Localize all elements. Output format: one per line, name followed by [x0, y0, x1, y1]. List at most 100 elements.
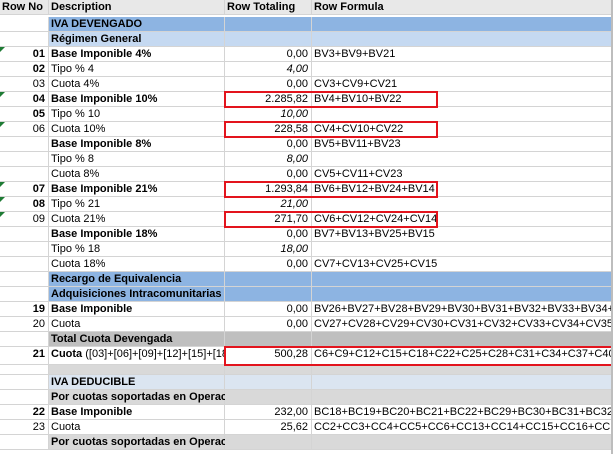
cell-row-formula[interactable]: C6+C9+C12+C15+C18+C22+C25+C28+C31+C34+C3…	[312, 347, 613, 364]
cell-description[interactable]: Cuota ([03]+[06]+[09]+[12]+[15]+[18]	[49, 347, 225, 364]
cell-row-formula[interactable]	[312, 107, 613, 121]
cell-row-totaling[interactable]: 271,70	[225, 212, 312, 226]
cell-description[interactable]: Cuota 21%	[49, 212, 225, 226]
cell-row-no[interactable]	[0, 390, 49, 404]
cell-row-totaling[interactable]	[225, 287, 312, 301]
cell-description[interactable]: IVA DEVENGADO	[49, 17, 225, 31]
cell-description[interactable]: Base Imponible	[49, 405, 225, 419]
cell-row-formula[interactable]	[312, 197, 613, 211]
cell-row-no[interactable]: 21	[0, 347, 49, 364]
cell-row-formula[interactable]: BV7+BV13+BV25+BV15	[312, 227, 613, 241]
cell-row-no[interactable]: 01	[0, 47, 49, 61]
cell-description[interactable]: Recargo de Equivalencia	[49, 272, 225, 286]
cell-row-no[interactable]	[0, 435, 49, 449]
cell-row-totaling[interactable]	[225, 17, 312, 31]
cell-description[interactable]: Cuota	[49, 317, 225, 331]
cell-row-totaling[interactable]	[225, 32, 312, 46]
cell-description[interactable]: Base Imponible 10%	[49, 92, 225, 106]
cell-description[interactable]: Tipo % 18	[49, 242, 225, 256]
cell-row-totaling[interactable]: 18,00	[225, 242, 312, 256]
cell-description[interactable]: Base Imponible 21%	[49, 182, 225, 196]
cell-row-totaling[interactable]: 0,00	[225, 317, 312, 331]
cell-description[interactable]: IVA DEDUCIBLE	[49, 375, 225, 389]
col-header-row-no[interactable]: Row No	[0, 0, 49, 14]
cell-row-formula[interactable]	[312, 332, 613, 346]
cell-row-formula[interactable]	[312, 390, 613, 404]
cell-description[interactable]: Tipo % 21	[49, 197, 225, 211]
cell-row-no[interactable]: 06	[0, 122, 49, 136]
cell-row-totaling[interactable]: 500,28	[225, 347, 312, 364]
cell-row-formula[interactable]: CC2+CC3+CC4+CC5+CC6+CC13+CC14+CC15+CC16+…	[312, 420, 613, 434]
cell-row-totaling[interactable]: 21,00	[225, 197, 312, 211]
cell-row-no[interactable]: 20	[0, 317, 49, 331]
cell-row-totaling[interactable]: 4,00	[225, 62, 312, 76]
cell-row-totaling[interactable]: 0,00	[225, 302, 312, 316]
cell-description[interactable]: Adquisiciones Intracomunitarias	[49, 287, 225, 301]
cell-row-totaling[interactable]: 1.293,84	[225, 182, 312, 196]
cell-description[interactable]: Tipo % 8	[49, 152, 225, 166]
cell-row-formula[interactable]: CV27+CV28+CV29+CV30+CV31+CV32+CV33+CV34+…	[312, 317, 613, 331]
cell-row-formula[interactable]: BV26+BV27+BV28+BV29+BV30+BV31+BV32+BV33+…	[312, 302, 613, 316]
cell-description[interactable]: Tipo % 10	[49, 107, 225, 121]
cell-description[interactable]: Régimen General	[49, 32, 225, 46]
cell-row-no[interactable]	[0, 17, 49, 31]
cell-row-formula[interactable]: CV4+CV10+CV22	[312, 122, 613, 136]
cell-row-formula[interactable]	[312, 152, 613, 166]
cell-description[interactable]: Cuota 10%	[49, 122, 225, 136]
cell-row-no[interactable]	[0, 365, 49, 374]
cell-row-no[interactable]: 22	[0, 405, 49, 419]
cell-row-no[interactable]	[0, 227, 49, 241]
cell-description[interactable]: Total Cuota Devengada	[49, 332, 225, 346]
cell-row-formula[interactable]	[312, 32, 613, 46]
cell-description[interactable]: Por cuotas soportadas en Operaciones int…	[49, 390, 365, 404]
cell-row-formula[interactable]: CV6+CV12+CV24+CV14	[312, 212, 613, 226]
cell-row-no[interactable]	[0, 332, 49, 346]
cell-description[interactable]: Cuota	[49, 420, 225, 434]
cell-row-totaling[interactable]: 0,00	[225, 77, 312, 91]
cell-row-no[interactable]: 04	[0, 92, 49, 106]
cell-row-no[interactable]	[0, 257, 49, 271]
cell-row-formula[interactable]: BV3+BV9+BV21	[312, 47, 613, 61]
cell-row-formula[interactable]	[312, 17, 613, 31]
cell-row-no[interactable]: 02	[0, 62, 49, 76]
cell-row-formula[interactable]: BV6+BV12+BV24+BV14	[312, 182, 613, 196]
cell-row-totaling[interactable]: 228,58	[225, 122, 312, 136]
cell-row-totaling[interactable]: 0,00	[225, 227, 312, 241]
cell-row-totaling[interactable]: 0,00	[225, 137, 312, 151]
cell-row-totaling[interactable]	[225, 375, 312, 389]
cell-description[interactable]: Cuota 4%	[49, 77, 225, 91]
cell-row-totaling[interactable]	[225, 272, 312, 286]
cell-row-totaling[interactable]: 25,62	[225, 420, 312, 434]
cell-row-no[interactable]	[0, 272, 49, 286]
cell-row-no[interactable]	[0, 287, 49, 301]
cell-row-no[interactable]: 08	[0, 197, 49, 211]
cell-row-no[interactable]	[0, 375, 49, 389]
cell-row-formula[interactable]	[312, 62, 613, 76]
cell-row-no[interactable]: 23	[0, 420, 49, 434]
col-header-description[interactable]: Description	[49, 0, 225, 14]
cell-row-no[interactable]	[0, 242, 49, 256]
col-header-row-formula[interactable]: Row Formula	[312, 0, 613, 14]
cell-row-formula[interactable]	[312, 287, 613, 301]
cell-description[interactable]: Cuota 18%	[49, 257, 225, 271]
cell-row-totaling[interactable]: 10,00	[225, 107, 312, 121]
cell-row-no[interactable]	[0, 32, 49, 46]
cell-description[interactable]: Por cuotas soportadas en Operaciones int…	[49, 435, 437, 449]
cell-row-formula[interactable]: BV4+BV10+BV22	[312, 92, 613, 106]
cell-row-no[interactable]: 05	[0, 107, 49, 121]
cell-row-totaling[interactable]	[225, 365, 312, 374]
cell-row-formula[interactable]: CV5+CV11+CV23	[312, 167, 613, 181]
cell-row-formula[interactable]: CV3+CV9+CV21	[312, 77, 613, 91]
cell-row-formula[interactable]: BC18+BC19+BC20+BC21+BC22+BC29+BC30+BC31+…	[312, 405, 613, 419]
cell-row-totaling[interactable]: 8,00	[225, 152, 312, 166]
cell-row-totaling[interactable]: 0,00	[225, 47, 312, 61]
cell-row-totaling[interactable]: 232,00	[225, 405, 312, 419]
cell-description[interactable]: Base Imponible 4%	[49, 47, 225, 61]
cell-description[interactable]: Base Imponible 18%	[49, 227, 225, 241]
cell-description[interactable]: Cuota 8%	[49, 167, 225, 181]
cell-row-totaling[interactable]	[225, 390, 312, 404]
cell-description[interactable]: Base Imponible	[49, 302, 225, 316]
cell-row-totaling[interactable]: 2.285,82	[225, 92, 312, 106]
cell-row-no[interactable]: 19	[0, 302, 49, 316]
cell-description[interactable]	[49, 365, 225, 374]
